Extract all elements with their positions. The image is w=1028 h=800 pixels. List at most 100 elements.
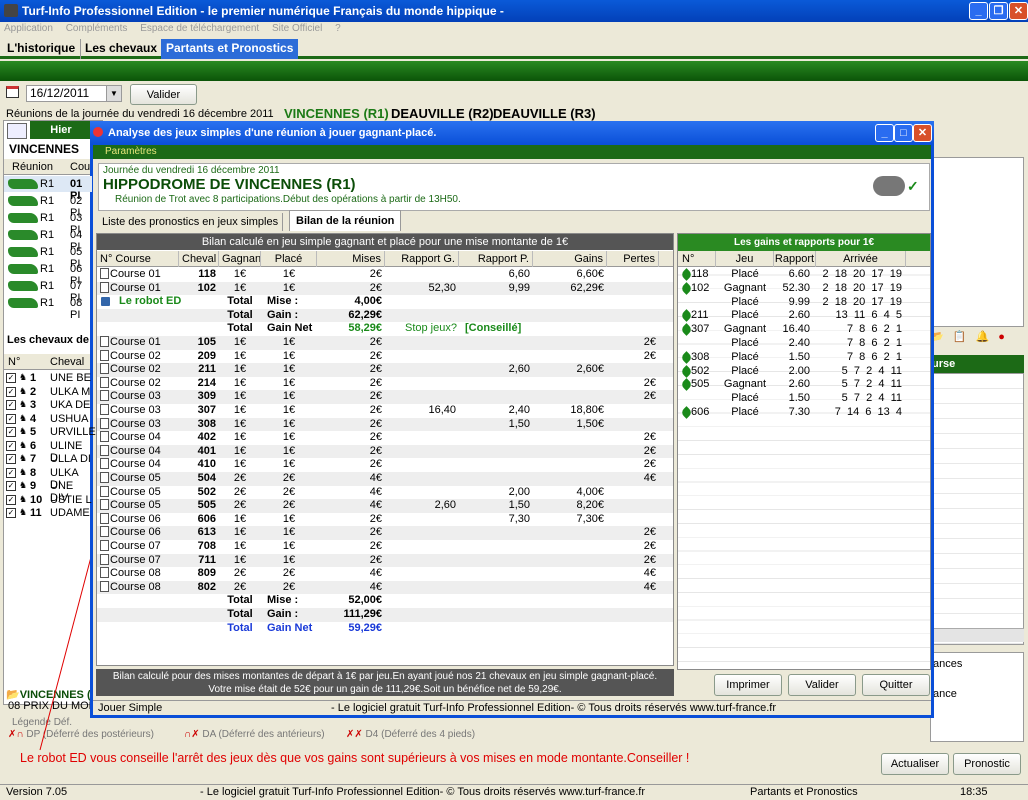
bilan-row[interactable]: Course 08 809 2€ 2€ 4€ 4€ [97,567,673,581]
bilan-row[interactable]: Course 04 401 1€ 1€ 2€ 2€ [97,444,673,459]
gains-arrivee: 5 7 2 4 11 [841,392,902,405]
bilan-row[interactable]: Course 05 504 2€ 2€ 4€ 4€ [97,472,673,486]
bilan-row[interactable]: Course 05 502 2€ 2€ 4€ 2,00 4,00€ [97,485,673,500]
reunion-cell: R1 [40,229,55,241]
gains-row[interactable]: 502 Placé 2.00 5 7 2 4 11 [678,364,930,379]
document-icon [100,553,109,565]
horse-num: 9 [30,480,37,492]
bilan-row[interactable]: Course 06 613 1€ 1€ 2€ 2€ [97,526,673,540]
horse-row[interactable]: ✓ ♞ 10 USTIE L [4,494,92,507]
course-label: Course 06 [110,526,161,539]
bilan-row[interactable]: Course 05 505 2€ 2€ 4€ 2,60 1,50 8,20€ [97,499,673,513]
bilan-row[interactable]: Course 03 308 1€ 1€ 2€ 1,50 1,50€ [97,417,673,432]
dialog-close-icon[interactable]: ✕ [913,124,932,142]
horse-row[interactable]: ✓ ♞ 8 ULKA DI [4,466,92,491]
checkbox[interactable]: ✓ [6,481,16,491]
checkbox[interactable]: ✓ [6,467,16,478]
bilan-row[interactable]: Course 04 402 1€ 1€ 2€ 2€ [97,431,673,445]
bilan-row[interactable]: Course 02 211 1€ 1€ 2€ 2,60 2,60€ [97,363,673,377]
horse-name: ULKA M [50,385,91,398]
bilan-cell: 4€ [643,472,656,484]
reunion-row[interactable]: R1 06 PI [4,261,92,287]
checkbox[interactable]: ✓ [6,440,16,451]
quitter-button[interactable]: Quitter [862,674,930,696]
bilan-row[interactable]: Course 02 209 1€ 1€ 2€ 2€ [97,349,673,364]
bilan-cell: 9,99 [508,281,530,294]
bilan-cell: 1€ [233,458,247,471]
checkbox[interactable]: ✓ [6,413,16,424]
bilan-row[interactable]: Course 07 711 1€ 1€ 2€ 2€ [97,553,673,568]
horse-row[interactable]: ✓ ♞ 6 ULINE D [4,440,92,464]
horse-row[interactable]: ✓ ♞ 4 USHUA [4,413,92,426]
gains-row[interactable]: Placé 2.40 7 8 6 2 1 [678,337,930,351]
checkbox[interactable]: ✓ [6,400,16,410]
parametres-menu[interactable]: Paramètres [93,145,931,159]
bilan-row[interactable]: Course 01 105 1€ 1€ 2€ 2€ [97,336,673,350]
gains-row[interactable]: 307 Gagnant 16.40 7 8 6 2 1 [678,323,930,337]
horse-row[interactable]: ✓ ♞ 5 URVILLE [4,426,96,439]
checkbox[interactable]: ✓ [6,494,16,505]
bilan-cell: 2€ [369,281,382,294]
reunion-row[interactable]: R1 07 PI [4,278,92,304]
bilan-row[interactable]: Course 03 307 1€ 1€ 2€ 16,40 2,40 18,80€ [97,404,673,418]
reunion-row[interactable]: R1 02 PI [4,193,92,219]
bilan-row[interactable]: Course 04 410 1€ 1€ 2€ 2€ [97,458,673,472]
bilan-cell: 711 [198,553,216,566]
gains-row[interactable]: 505 Gagnant 2.60 5 7 2 4 11 [678,378,930,392]
jockey-icon: ♞ [19,466,28,477]
horse-row[interactable]: ✓ ♞ 9 UNE DIV [4,480,92,504]
checkbox[interactable]: ✓ [6,508,16,518]
checkbox[interactable]: ✓ [6,373,16,383]
document-icon [100,336,109,347]
horse-row[interactable]: ✓ ♞ 3 UKA DE [4,399,92,412]
gains-num: 502 [691,364,710,377]
gains-row[interactable]: 102 Gagnant 52.30 2 18 20 17 19 [678,281,930,296]
jockey-icon: ♞ [19,453,28,463]
reunion-row[interactable]: R1 01 PI [4,176,92,202]
gains-row[interactable]: 211 Placé 2.60 13 11 6 4 5 [678,309,930,323]
checkbox[interactable]: ✓ [6,454,16,464]
course-label: Course 04 [110,458,161,471]
dialog-tab-bilan[interactable]: Bilan de la réunion [289,210,402,231]
horse-row[interactable]: ✓ ♞ 2 ULKA M [4,386,92,399]
reunion-row[interactable]: R1 05 PI [4,244,92,270]
gains-row[interactable]: 118 Placé 6.60 2 18 20 17 19 [678,268,930,282]
bilan-cell: 118 [198,268,216,280]
gains-arrivee: 2 18 20 17 19 [822,281,902,294]
bilan-cell: 2€ [282,485,296,498]
bilan-row[interactable]: Course 06 606 1€ 1€ 2€ 7,30 7,30€ [97,512,673,527]
horse-row[interactable]: ✓ ♞ 11 UDAME [4,507,92,520]
bilan-total-row: Total Mise :52,00€ [97,594,673,608]
dialog-maximize-icon[interactable]: □ [894,124,913,142]
checkbox[interactable]: ✓ [6,386,16,397]
gains-row[interactable]: 308 Placé 1.50 7 8 6 2 1 [678,351,930,365]
bilan-cell: Course 03 [97,390,179,404]
valider-button[interactable]: Valider [788,674,856,696]
bilan-row[interactable]: Course 07 708 1€ 1€ 2€ 2€ [97,540,673,554]
dialog-tab-liste[interactable]: Liste des pronostics en jeux simples [98,213,284,231]
gains-row[interactable]: Placé 9.99 2 18 20 17 19 [678,296,930,310]
reunion-row[interactable]: R1 03 PI [4,210,92,236]
bilan-cell: Course 05 [97,499,179,513]
checkbox[interactable]: ✓ [6,427,16,437]
bilan-cell: 1€ [233,281,247,294]
reunion-row[interactable]: R1 08 PI [4,295,92,321]
dialog-minimize-icon[interactable]: _ [875,124,894,142]
bilan-row[interactable]: Course 01 118 1€ 1€ 2€ 6,60 6,60€ [97,268,673,282]
imprimer-button[interactable]: Imprimer [714,674,782,696]
bilan-row[interactable]: Course 03 309 1€ 1€ 2€ 2€ [97,390,673,404]
gains-row[interactable]: Placé 1.50 5 7 2 4 11 [678,392,930,406]
horse-row[interactable]: ✓ ♞ 7 ULLA DI [4,453,92,466]
bilan-row[interactable]: Course 01 102 1€ 1€ 2€ 52,30 9,99 62,29€ [97,281,673,296]
bilan-cell: 2€ [282,499,296,512]
reunion-row[interactable]: R1 04 PI [4,227,92,253]
horse-icon [8,213,38,223]
bilan-cell: 1€ [282,512,296,525]
horse-num: 8 [30,466,37,479]
bilan-row[interactable]: Course 02 214 1€ 1€ 2€ 2€ [97,376,673,391]
bilan-cell: 2€ [369,363,382,376]
bilan-cell: 4€ [369,567,382,580]
horse-row[interactable]: ✓ ♞ 1 UNE BE [4,372,92,385]
bilan-row[interactable]: Course 08 802 2€ 2€ 4€ 4€ [97,580,673,595]
gains-row[interactable]: 606 Placé 7.30 7 14 6 13 4 [678,406,930,420]
